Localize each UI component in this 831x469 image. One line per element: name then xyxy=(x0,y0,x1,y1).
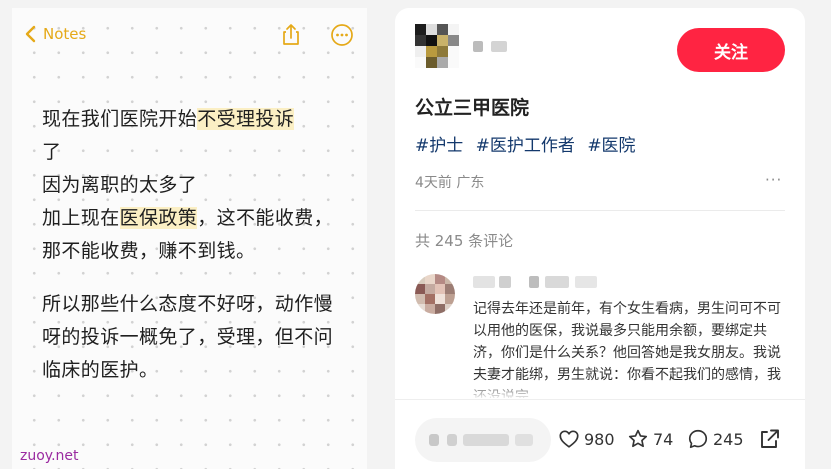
post-panel: 关注 公立三甲医院 #护士 #医护工作者 #医院 4天前 广东 ··· 共 24… xyxy=(395,8,805,469)
highlight-insurance-policy: 医保政策 xyxy=(119,207,198,229)
heart-icon xyxy=(559,430,579,448)
share-icon[interactable] xyxy=(279,23,303,47)
note-line: 因为离职的太多了 xyxy=(42,174,198,196)
follow-button[interactable]: 关注 xyxy=(677,28,785,72)
notes-toolbar: Notes xyxy=(12,8,367,64)
commenter-name-blurred xyxy=(499,276,511,288)
more-options-icon[interactable] xyxy=(330,23,354,47)
note-line: 了 xyxy=(42,141,62,163)
input-placeholder-blurred xyxy=(429,434,439,446)
post-tags: #护士 #医护工作者 #医院 xyxy=(415,131,643,156)
input-placeholder-blurred xyxy=(515,434,533,446)
star-count: 74 xyxy=(653,429,674,449)
post-title: 公立三甲医院 xyxy=(415,97,530,119)
author-avatar[interactable] xyxy=(415,24,459,68)
divider xyxy=(415,210,785,211)
highlight-no-complaints: 不受理投诉 xyxy=(197,108,295,130)
note-paragraph-1: 现在我们医院开始不受理投诉了因为离职的太多了 加上现在医保政策，这不能收费，那不能… xyxy=(42,103,342,268)
comment-bubble-icon xyxy=(688,429,708,449)
more-icon[interactable]: ··· xyxy=(765,171,782,189)
comment-count: 共 245 条评论 xyxy=(415,232,514,250)
note-paragraph-2: 所以那些什么态度不好呀，动作慢呀的投诉一概免了，受理，但不问临床的医护。 xyxy=(42,293,334,381)
notes-screenshot: Notes 现在我们医院开始不受理投诉了因为离职的太多了 加上现在医保政策，这不能… xyxy=(12,8,367,469)
note-body: 现在我们医院开始不受理投诉了因为离职的太多了 加上现在医保政策，这不能收费，那不能… xyxy=(42,103,342,387)
commenter-name-blurred xyxy=(545,276,569,288)
collect-button[interactable]: 74 xyxy=(627,428,673,450)
commenter-name-blurred xyxy=(575,276,597,288)
comment-input[interactable] xyxy=(415,418,551,462)
note-line: 现在我们医院开始 xyxy=(42,108,198,130)
input-placeholder-blurred xyxy=(463,434,509,446)
input-placeholder-blurred xyxy=(447,434,457,446)
comments-count: 245 xyxy=(713,429,744,449)
note-line: 加上现在 xyxy=(42,207,120,229)
comment-button[interactable]: 245 xyxy=(687,428,744,450)
comment-fade xyxy=(395,380,805,400)
star-icon xyxy=(628,429,648,448)
author-name-blurred xyxy=(491,41,507,52)
post-meta: 4天前 广东 xyxy=(415,175,485,191)
notes-back-button[interactable]: Notes xyxy=(24,25,86,43)
like-button[interactable]: 980 xyxy=(558,428,615,450)
notes-back-label: Notes xyxy=(43,25,87,43)
watermark: zuoy.net xyxy=(20,448,79,464)
tag-nurse[interactable]: #护士 xyxy=(415,136,463,156)
commenter-avatar[interactable] xyxy=(415,274,455,314)
share-icon[interactable] xyxy=(757,427,781,451)
commenter-name-blurred xyxy=(473,276,495,288)
tag-hospital[interactable]: #医院 xyxy=(587,136,635,156)
divider xyxy=(395,399,805,400)
like-count: 980 xyxy=(584,429,615,449)
commenter-name-blurred xyxy=(529,276,539,288)
chevron-left-icon xyxy=(25,25,36,43)
tag-healthcare-worker[interactable]: #医护工作者 xyxy=(476,136,575,156)
author-name-blurred xyxy=(473,41,483,52)
